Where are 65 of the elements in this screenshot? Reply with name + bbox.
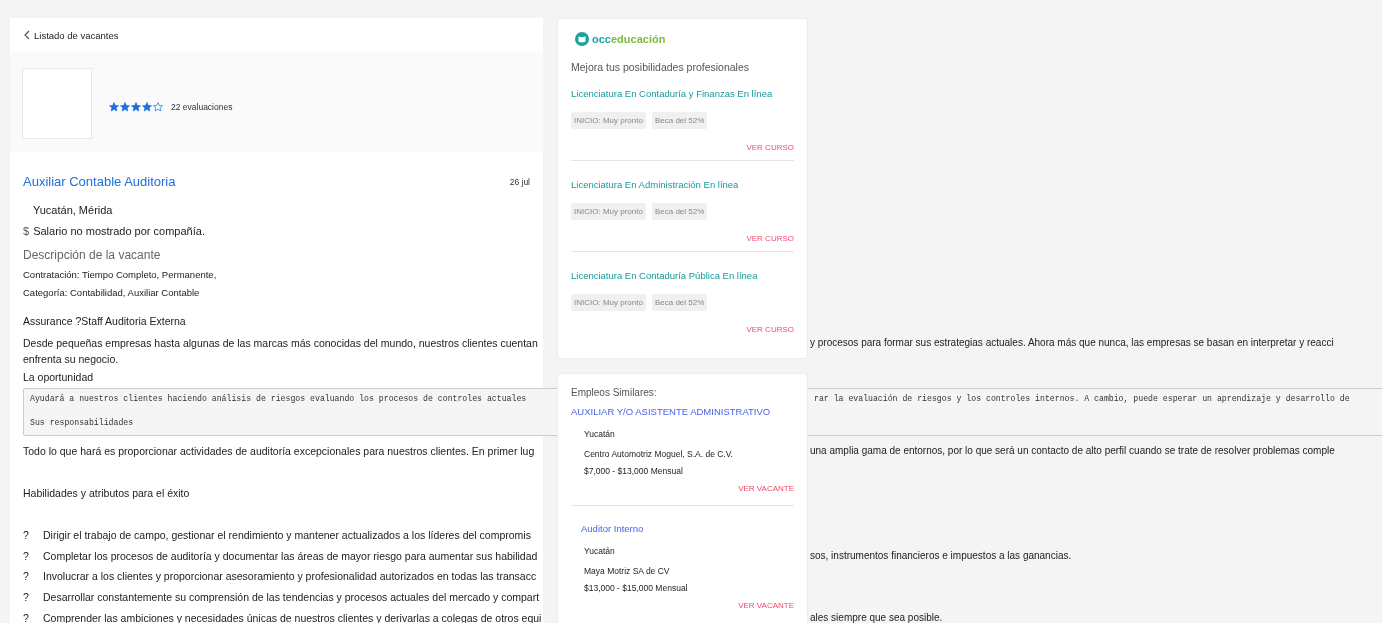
- section-subtitle: Habilidades y atributos para el éxito: [23, 487, 191, 499]
- list-item-text: Comprender las ambiciones y necesidades únicas de nuestros clientes y derivarlas a colegas de otros equi: [43, 610, 543, 623]
- bullet-marker: ?: [23, 528, 30, 543]
- star-icon: [142, 102, 152, 112]
- salary-text: Salario no mostrado por compañía.: [33, 225, 205, 237]
- course-link[interactable]: Licenciatura En Contaduría Pública En línea: [571, 270, 758, 281]
- view-course-link[interactable]: VER CURSO: [746, 143, 794, 152]
- code-line: Ayudará a nuestros clientes haciendo análisis de riesgos evaluando los procesos de controles actuales: [30, 393, 528, 405]
- paragraph-text: y procesos para formar sus estrategias actuales. Ahora más que nunca, las empresas se basan en interpretar y reacci: [810, 336, 1334, 350]
- section-subtitle: Assurance ?Staff Auditoria Externa: [23, 315, 187, 327]
- list-item-text: Completar los procesos de auditoría y documentar las áreas de mayor riesgo para aumentar sus habilidad: [43, 548, 539, 564]
- bullet-marker: ?: [23, 610, 30, 623]
- bullet-marker: ?: [23, 548, 30, 564]
- bullet-marker: ?: [23, 569, 30, 585]
- card-heading: Empleos Similares:: [571, 387, 658, 398]
- bullet-marker: ?: [23, 590, 30, 606]
- paragraph-text: Desde pequeñas empresas hasta algunas de las marcas más conocidas del mundo, nuestros clientes cuentan: [23, 336, 539, 351]
- star-icon: [120, 102, 130, 112]
- job-link[interactable]: Auditor Interno: [581, 523, 644, 534]
- reviews-count[interactable]: 22 evaluaciones: [171, 102, 233, 112]
- course-tag: INICIO: Muy pronto: [571, 203, 646, 220]
- company-name: Maya Motriz SA de CV: [584, 566, 671, 576]
- course-tag: Beca del 52%: [651, 112, 708, 129]
- list-item-text: Involucrar a los clientes y proporcionar asesoramiento y profesionalidad autorizados en todas las transacc: [43, 569, 538, 585]
- section-subtitle: La oportunidad: [23, 371, 95, 383]
- course-tag: Beca del 52%: [651, 294, 708, 311]
- view-course-link[interactable]: VER CURSO: [746, 325, 794, 334]
- list-item-text: Desarrollar constantemente su comprensión de las tendencias y procesos actuales del mercado y compart: [43, 590, 541, 606]
- course-link[interactable]: Licenciatura En Administración En línea: [571, 179, 739, 190]
- section-heading: Descripción de la vacante: [23, 248, 162, 262]
- list-item-text: ales siempre que sea posible.: [810, 610, 943, 623]
- post-date: 26 jul: [509, 176, 530, 187]
- salary-range: $13,000 - $15,000 Mensual: [584, 583, 689, 593]
- chevron-left-icon: [24, 30, 30, 40]
- card-heading: Mejora tus posibilidades profesionales: [571, 61, 751, 73]
- job-detail: Categoría: Contabilidad, Auxiliar Contable: [23, 287, 201, 298]
- paragraph-text: enfrenta su negocio.: [23, 352, 120, 367]
- view-course-link[interactable]: VER CURSO: [746, 234, 794, 243]
- job-detail: Contratación: Tiempo Completo, Permanente,: [23, 269, 218, 280]
- paragraph-text: una amplia gama de entornos, por lo que será un contacto de alto perfil cuando se trate de resolver problemas comple: [810, 444, 1335, 458]
- course-link[interactable]: Licenciatura En Contaduría y Finanzas En línea: [571, 88, 773, 99]
- course-tag: INICIO: Muy pronto: [571, 112, 646, 129]
- list-item-text: sos, instrumentos financieros e impuestos a las ganancias.: [810, 548, 1072, 563]
- book-logo-icon: [575, 32, 589, 46]
- course-tag: Beca del 52%: [651, 203, 708, 220]
- job-location: Yucatán, Mérida: [33, 204, 114, 216]
- star-icon: [153, 102, 163, 112]
- star-icon: [109, 102, 119, 112]
- code-line: Sus responsabilidades: [30, 417, 135, 429]
- salary-symbol: $: [23, 225, 30, 237]
- view-job-link[interactable]: VER VACANTE: [738, 601, 794, 610]
- view-job-link[interactable]: VER VACANTE: [738, 484, 794, 493]
- job-link[interactable]: AUXILIAR Y/O ASISTENTE ADMINISTRATIVO: [571, 406, 771, 417]
- paragraph-text: Todo lo que hará es proporcionar actividades de auditoría excepcionales para nuestros clientes. En primer lug: [23, 444, 536, 459]
- list-item-text: Dirigir el trabajo de campo, gestionar el rendimiento y mantener actualizados a los líderes del compromis: [43, 528, 532, 543]
- brand-logo-text: occeducación: [592, 33, 666, 45]
- job-location: Yucatán: [584, 546, 616, 556]
- salary-range: $7,000 - $13,000 Mensual: [584, 466, 684, 476]
- job-title: Auxiliar Contable Auditoria: [23, 174, 176, 189]
- company-name: Centro Automotriz Moguel, S.A. de C.V.: [584, 449, 734, 459]
- star-icon: [131, 102, 141, 112]
- job-location: Yucatán: [584, 429, 616, 439]
- code-line: rar la evaluación de riesgos y los controles internos. A cambio, puede esperar un aprendizaje y desarrollo de: [814, 393, 1350, 405]
- course-tag: INICIO: Muy pronto: [571, 294, 646, 311]
- back-link[interactable]: Listado de vacantes: [34, 29, 119, 41]
